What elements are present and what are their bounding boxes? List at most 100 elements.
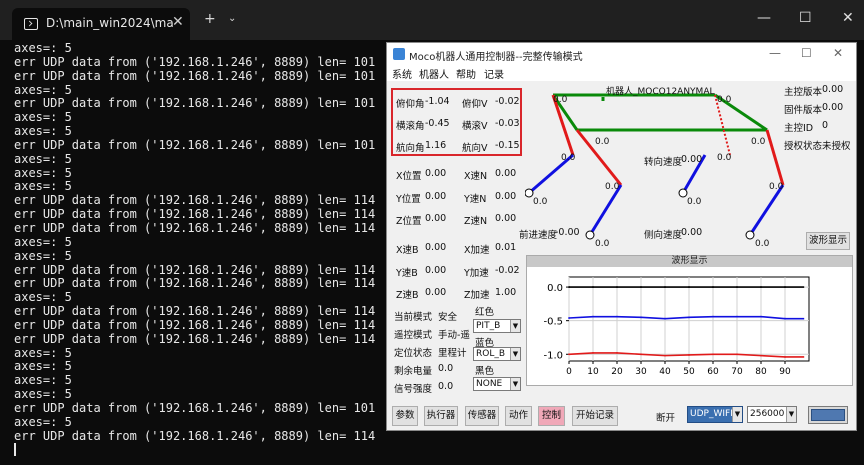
link-value: UDP_WIFI xyxy=(690,409,733,419)
dropdown-arrow-icon: ▼ xyxy=(510,378,520,390)
moco-title: Moco机器人通用控制器--完整传输模式 xyxy=(409,52,583,63)
y-tick-label: 0.0 xyxy=(547,283,563,294)
ypos-value: 0.00 xyxy=(425,191,447,202)
remote-label: 遥控模式 xyxy=(394,330,433,341)
zvb-value: 0.00 xyxy=(425,287,447,298)
red-channel-select[interactable]: PIT_B ▼ xyxy=(473,319,521,333)
series-point-1 xyxy=(640,316,642,319)
console-line: err UDP data from ('192.168.1.246', 8889… xyxy=(14,54,376,69)
new-tab-icon[interactable]: + xyxy=(204,12,216,26)
console-line: err UDP data from ('192.168.1.246', 8889… xyxy=(14,304,376,319)
yvb-label: Y速B xyxy=(396,268,418,279)
console-line: axes=: 5 xyxy=(14,179,72,194)
series-point-2 xyxy=(664,354,666,357)
baud-select[interactable]: 256000 ▼ xyxy=(747,406,797,423)
wave-display-button[interactable]: 波形显示 xyxy=(806,232,850,250)
yacc-label: Y加速 xyxy=(464,268,489,279)
menu-robot[interactable]: 机器人 xyxy=(419,66,449,81)
blue-channel-select[interactable]: ROL_B ▼ xyxy=(473,347,521,361)
xvb-value: 0.00 xyxy=(425,242,447,253)
terminal-tabbar: D:\main_win2024\main_win\r ✕ + ⌄ — ☐ ✕ xyxy=(0,0,864,40)
robot-body xyxy=(551,93,768,132)
terminal-icon xyxy=(24,18,38,30)
menu-help[interactable]: 帮助 xyxy=(456,66,476,81)
x-tick-label: 10 xyxy=(587,367,599,377)
y-tick-label: -1.0 xyxy=(543,350,563,361)
dropdown-arrow-icon: ▼ xyxy=(510,320,520,332)
waveform-panel-title: 波形显示 xyxy=(527,256,852,267)
series-point-1 xyxy=(760,315,762,318)
console-output[interactable]: axes=: 5 err UDP data from ('192.168.1.24… xyxy=(14,42,394,462)
moco-close-icon[interactable]: ✕ xyxy=(833,46,843,60)
turn-speed-label: 转向速度 xyxy=(644,157,683,168)
series-point-2 xyxy=(640,353,642,356)
connection-toggle[interactable] xyxy=(808,406,848,424)
menu-system[interactable]: 系统 xyxy=(392,66,412,81)
remote-value: 手动-遥 xyxy=(438,330,470,341)
moco-minimize-icon[interactable]: — xyxy=(769,46,781,60)
console-line: axes=: 5 xyxy=(14,290,72,305)
joint-value-5: 0.0 xyxy=(561,153,576,163)
zvn-value: 0.00 xyxy=(495,213,517,224)
series-point-1 xyxy=(712,315,714,318)
red-channel-label: 红色 xyxy=(475,307,495,318)
black-channel-select[interactable]: NONE ▼ xyxy=(473,377,521,391)
series-point-1 xyxy=(688,316,690,319)
pitch-v-label: 俯仰V xyxy=(462,99,488,110)
series-point-2 xyxy=(592,352,594,354)
minimize-icon[interactable]: — xyxy=(757,10,771,26)
console-line: err UDP data from ('192.168.1.246', 8889… xyxy=(14,220,376,235)
app-icon xyxy=(393,48,405,60)
console-line: err UDP data from ('192.168.1.246', 8889… xyxy=(14,400,376,415)
joint-value-8: 0.0 xyxy=(769,182,784,192)
blue-channel-value: ROL_B xyxy=(476,349,506,359)
series-point-0 xyxy=(616,286,618,288)
tab-close-icon[interactable]: ✕ xyxy=(172,14,184,30)
joint-value-4: 0.0 xyxy=(751,137,766,147)
series-point-1 xyxy=(568,317,570,319)
battery-value: 0.0 xyxy=(438,363,454,374)
yvb-value: 0.00 xyxy=(425,265,447,276)
x-tick-label: 0 xyxy=(566,367,572,377)
link-select[interactable]: UDP_WIFI ▼ xyxy=(687,406,743,423)
disconnect-label[interactable]: 断开 xyxy=(656,410,675,424)
console-line: err UDP data from ('192.168.1.246', 8889… xyxy=(14,317,376,332)
control-button[interactable]: 控制 xyxy=(538,406,565,426)
series-point-1 xyxy=(784,317,786,320)
yaw-v-value: -0.15 xyxy=(495,140,520,151)
console-line: axes=: 5 xyxy=(14,82,72,97)
console-line: axes=: 5 xyxy=(14,151,72,166)
series-point-2 xyxy=(688,354,690,356)
black-channel-value: NONE xyxy=(476,379,503,389)
close-window-icon[interactable]: ✕ xyxy=(842,10,854,26)
waveform-panel: 波形显示 0 10 20 30 40 50 60 70 80 90 0.0 -0.5 -1.0 xyxy=(526,255,853,386)
maximize-icon[interactable]: ☐ xyxy=(799,10,812,26)
xvn-label: X速N xyxy=(464,171,488,182)
xpos-value: 0.00 xyxy=(425,168,447,179)
console-line: axes=: 5 xyxy=(14,373,72,388)
waveform-chart: 0 10 20 30 40 50 60 70 80 90 0.0 -0.5 -1.0 xyxy=(543,276,810,377)
locate-value: 里程计 xyxy=(438,348,467,359)
x-tick-label: 30 xyxy=(635,367,647,377)
start-record-button[interactable]: 开始记录 xyxy=(572,406,618,426)
series-point-0 xyxy=(688,286,690,288)
series-point-0 xyxy=(736,286,738,288)
chevron-down-icon[interactable]: ⌄ xyxy=(228,12,236,26)
sensor-button[interactable]: 传感器 xyxy=(465,406,499,426)
yaw-label: 航向角 xyxy=(396,143,425,154)
console-line: axes=: 5 xyxy=(14,234,72,249)
yvn-value: 0.00 xyxy=(495,191,517,202)
joint-value-10: 0.0 xyxy=(687,197,702,207)
terminal-tab[interactable]: D:\main_win2024\main_win\r ✕ xyxy=(12,8,190,40)
main-id-value: 0 xyxy=(822,120,829,131)
action-button[interactable]: 动作 xyxy=(505,406,532,426)
actuator-button[interactable]: 执行器 xyxy=(424,406,458,426)
menu-record[interactable]: 记录 xyxy=(484,66,504,81)
side-speed-label: 侧向速度 xyxy=(644,230,683,241)
console-line: err UDP data from ('192.168.1.246', 8889… xyxy=(14,96,376,111)
moco-maximize-icon[interactable]: ☐ xyxy=(801,46,812,60)
console-line: err UDP data from ('192.168.1.246', 8889… xyxy=(14,428,376,443)
joint-value-1: 0.0 xyxy=(553,95,568,105)
series-point-2 xyxy=(760,354,762,357)
params-button[interactable]: 参数 xyxy=(392,406,418,426)
